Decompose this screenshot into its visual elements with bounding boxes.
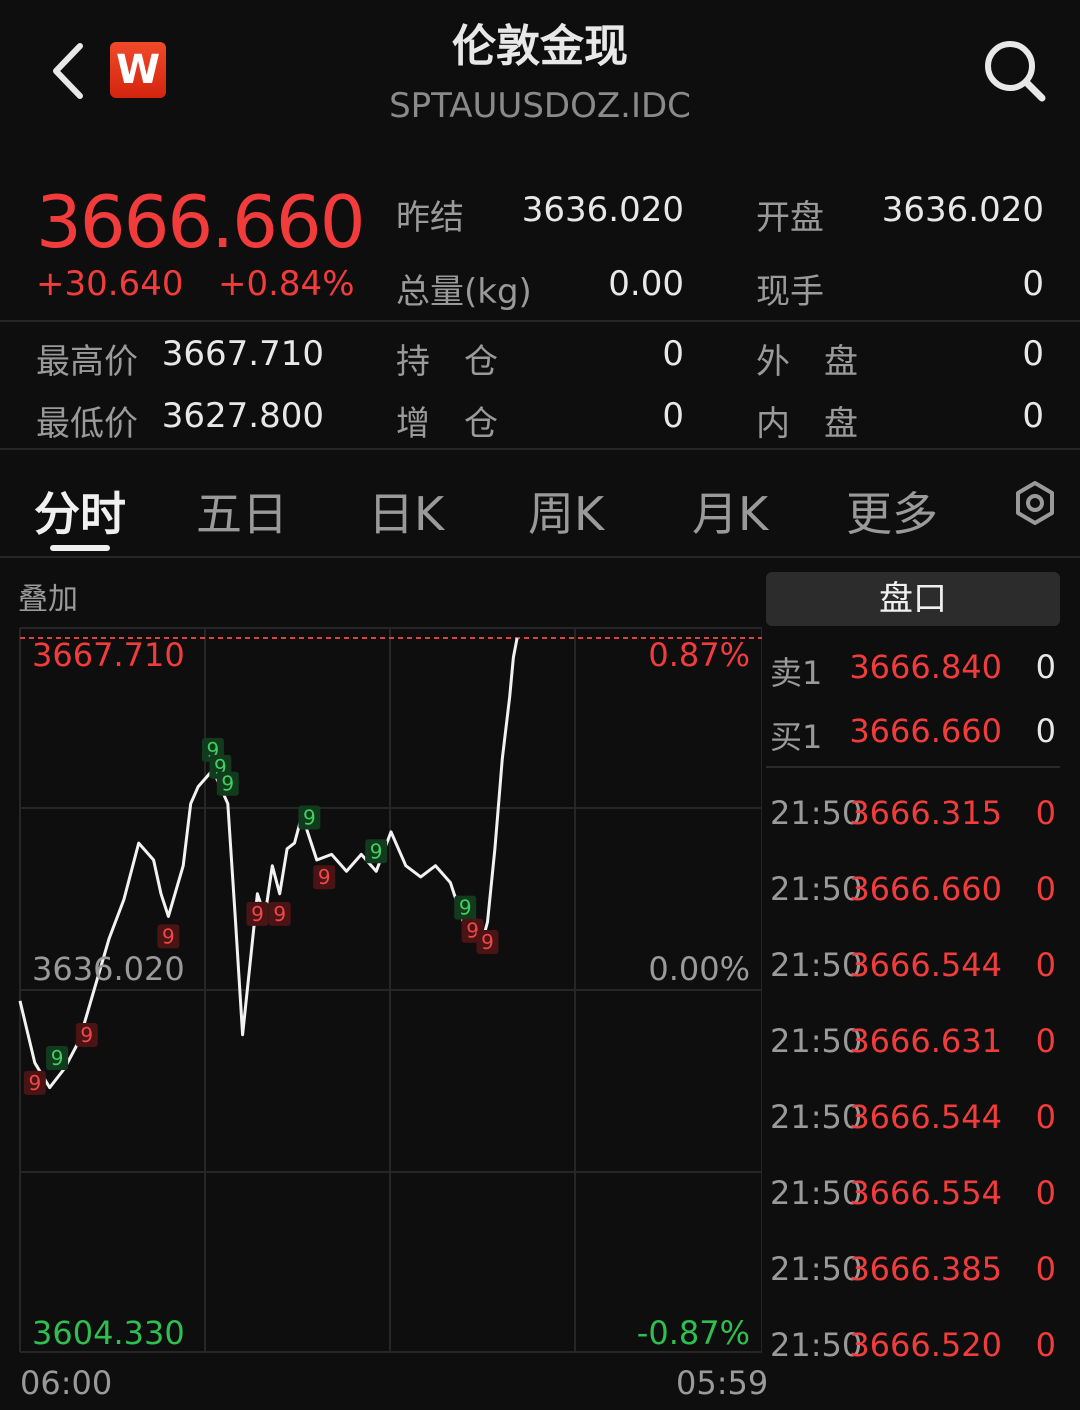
inner-label: 内 盘 [756,404,858,444]
bid-1-label: 买1 [770,718,823,756]
trade-volume: 0 [1035,870,1056,908]
divider [0,556,1080,558]
pct-axis-low-label: -0.87% [636,1314,750,1352]
open-label: 开盘 [756,198,824,238]
order-book-tab[interactable]: 盘口 [766,572,1060,626]
y-axis-high-label: 3667.710 [32,636,185,674]
trade-price: 3666.631 [849,1022,1002,1060]
hexagon-settings-icon [1016,481,1054,525]
signal-marker-label: 9 [28,1071,41,1095]
x-axis-start-label: 06:00 [20,1364,113,1402]
volume-value: 0.00 [608,264,684,304]
trade-price: 3666.315 [849,794,1002,832]
instrument-code: SPTAUUSDOZ.IDC [389,86,691,126]
trade-volume: 0 [1035,1250,1056,1288]
trade-volume: 0 [1035,794,1056,832]
current-hand-label: 现手 [756,272,824,312]
low-label: 最低价 [36,404,138,444]
x-axis-end-label: 05:59 [676,1364,769,1402]
y-axis-low-label: 3604.330 [32,1314,185,1352]
outer-label: 外 盘 [756,342,858,382]
trade-price: 3666.554 [849,1174,1002,1212]
current-hand-value: 0 [1022,264,1044,304]
tab-intraday[interactable]: 分时 [34,478,126,544]
prev-settle-label: 昨结 [396,198,464,238]
high-value: 3667.710 [161,334,324,374]
trade-volume: 0 [1035,1174,1056,1212]
change-absolute: +30.640 [36,264,184,304]
trade-volume: 0 [1035,946,1056,984]
pct-axis-high-label: 0.87% [648,636,750,674]
signal-markers: 99999999 999999 9 [23,737,499,1095]
trade-volume: 0 [1035,1098,1056,1136]
signal-marker-label: 9 [370,839,383,863]
signal-marker-label: 9 [273,902,286,926]
position-label: 持 仓 [396,342,498,382]
divider [0,448,1080,450]
signal-marker-label: 9 [221,772,234,796]
trade-price: 3666.385 [849,1250,1002,1288]
chart-settings-button[interactable] [1012,480,1058,526]
chart-grid [19,627,762,1353]
tab-five-day[interactable]: 五日 [196,478,288,544]
search-button[interactable] [980,36,1050,106]
tab-more[interactable]: 更多 [846,478,938,544]
signal-marker-label: 9 [251,902,264,926]
volume-label: 总量(kg) [396,272,532,312]
signal-marker-label: 9 [459,896,472,920]
open-value: 3636.020 [881,190,1044,230]
tab-monthly-k[interactable]: 月K [692,478,768,544]
trade-volume: 0 [1035,1022,1056,1060]
price-line [18,637,519,1090]
outer-value: 0 [1022,334,1044,374]
trade-price: 3666.544 [849,1098,1002,1136]
pct-axis-mid-label: 0.00% [648,950,750,988]
trade-volume: 0 [1035,1326,1056,1364]
signal-marker-label: 9 [162,924,175,948]
page-title: 伦敦金现 [452,21,628,72]
trade-price: 3666.544 [849,946,1002,984]
header-bar: W 伦敦金现 SPTAUUSDOZ.IDC [0,0,1080,150]
ask-1-volume: 0 [1035,648,1056,686]
signal-marker-label: 9 [51,1046,64,1070]
trade-price: 3666.520 [849,1326,1002,1364]
add-position-label: 增 仓 [396,404,498,444]
prev-settle-value: 3636.020 [521,190,684,230]
ask-1-label: 卖1 [770,654,823,692]
bid-1-volume: 0 [1035,712,1056,750]
bid-1-price: 3666.660 [849,712,1002,750]
active-tab-indicator [50,545,110,551]
add-position-value: 0 [662,396,684,436]
trade-price: 3666.660 [849,870,1002,908]
divider [0,320,1080,322]
high-label: 最高价 [36,342,138,382]
signal-marker-label: 9 [80,1023,93,1047]
position-value: 0 [662,334,684,374]
panel-divider [766,766,1060,768]
y-axis-reference-label: 3636.020 [32,950,185,988]
ask-1-price: 3666.840 [849,648,1002,686]
inner-value: 0 [1022,396,1044,436]
tab-weekly-k[interactable]: 周K [528,478,604,544]
signal-marker-label: 9 [318,865,331,889]
tab-daily-k[interactable]: 日K [368,478,444,544]
change-percent: +0.84% [218,264,355,304]
signal-marker-label: 9 [481,930,494,954]
current-price: 3666.660 [36,180,366,264]
signal-marker-label: 9 [303,806,316,830]
low-value: 3627.800 [161,396,324,436]
search-icon [985,41,1046,102]
